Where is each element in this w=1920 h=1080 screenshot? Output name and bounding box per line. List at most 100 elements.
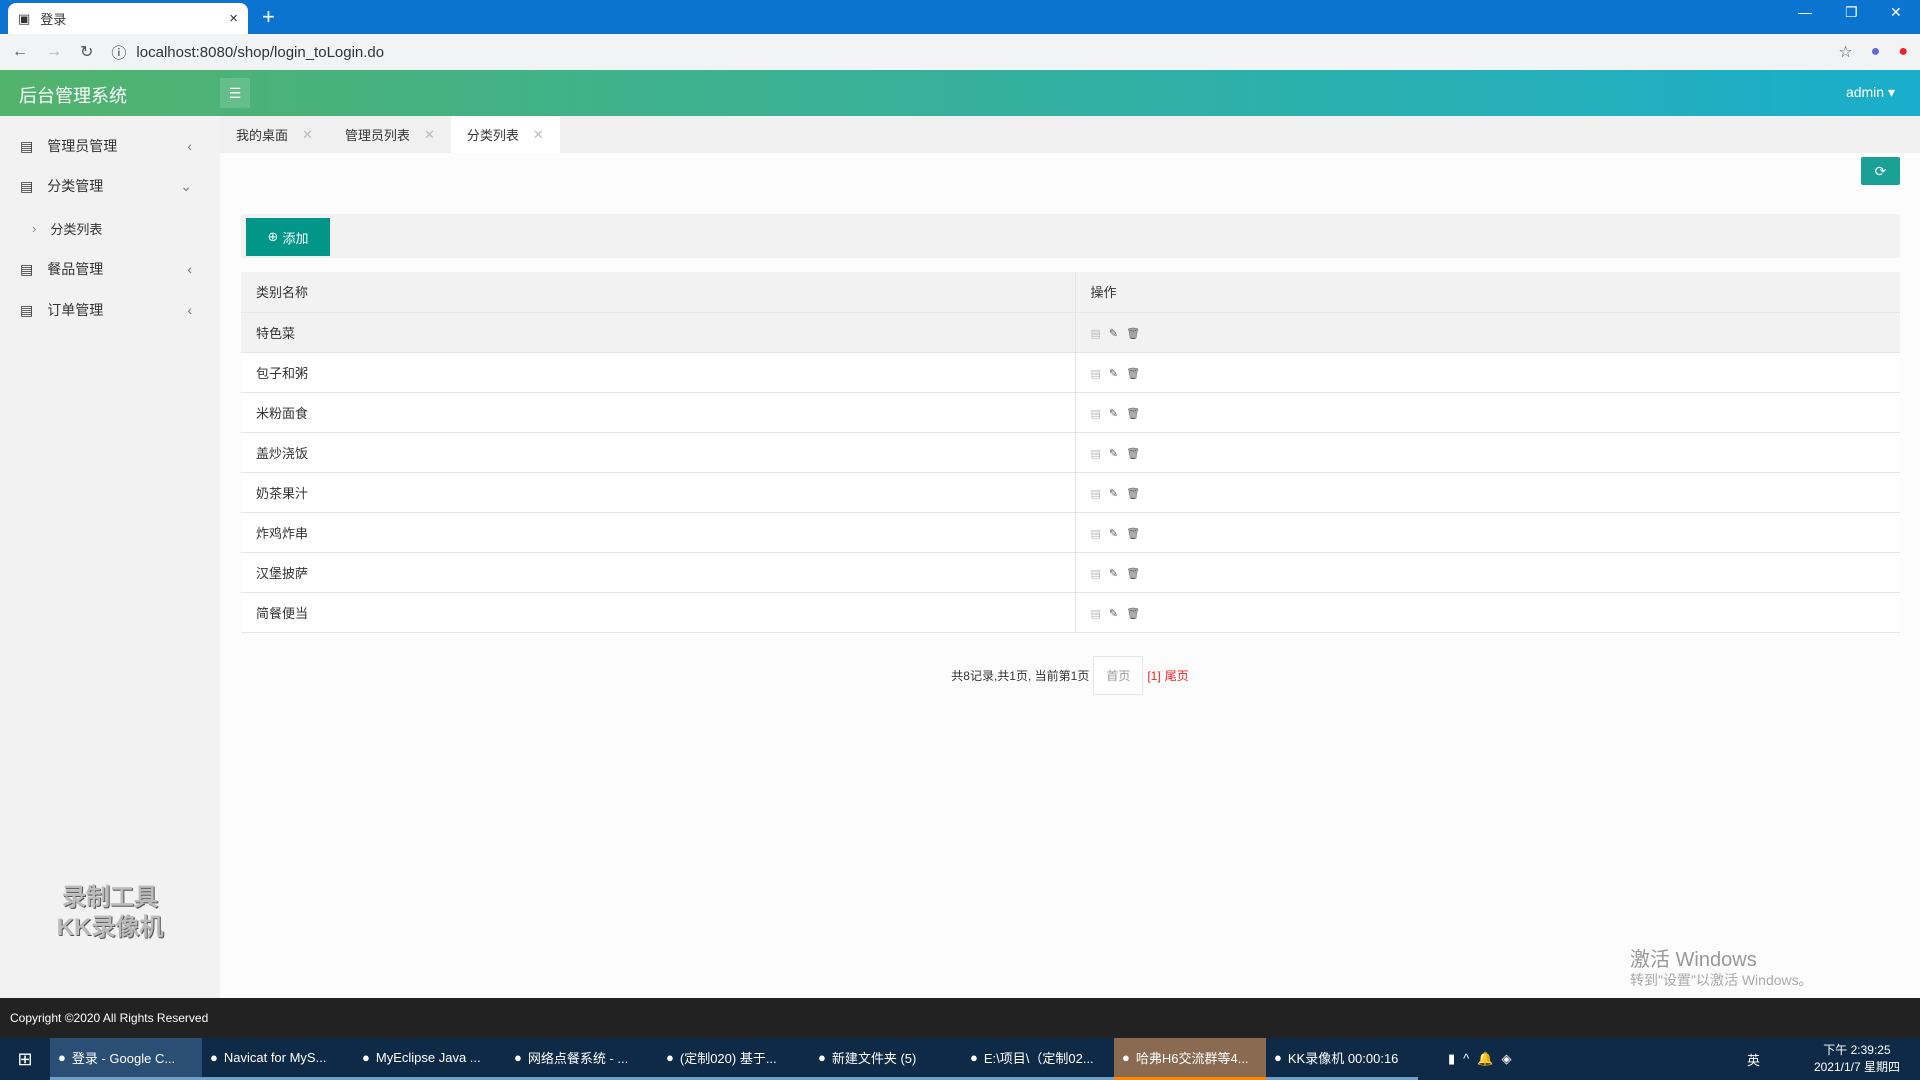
bookmark-star-icon[interactable]: ☆ [1838, 42, 1852, 62]
view-icon[interactable]: ▤ [1091, 448, 1101, 460]
view-icon[interactable]: ▤ [1091, 608, 1101, 620]
clock[interactable]: 下午 2:39:25 2021/1/7 星期四 [1814, 1042, 1900, 1076]
taskbar-item[interactable]: ● MyEclipse Java ... [354, 1038, 506, 1080]
restore-button[interactable]: ❐ [1845, 4, 1858, 21]
taskbar-item[interactable]: ● KK录像机 00:00:16 [1266, 1038, 1418, 1080]
edit-icon[interactable]: ✎ [1109, 448, 1118, 460]
forward-icon[interactable]: → [46, 43, 62, 61]
ime-indicator[interactable]: 英 [1747, 1050, 1760, 1069]
sidebar-label: 订单管理 [47, 302, 104, 318]
refresh-button[interactable]: ⟳ [1861, 157, 1900, 185]
sidebar-item-dishes[interactable]: ▤ 餐品管理 ‹ [0, 251, 220, 287]
delete-icon[interactable]: 🗑 [1126, 408, 1140, 420]
app-icon: ● [970, 1050, 978, 1065]
new-tab-button[interactable]: + [262, 4, 275, 30]
app-icon: ● [666, 1050, 674, 1065]
edit-icon[interactable]: ✎ [1109, 368, 1118, 380]
tray-icons[interactable]: ▮^🔔◈ [1448, 1051, 1519, 1067]
chevron-left-icon: ‹ [187, 138, 192, 154]
edit-icon[interactable]: ✎ [1109, 328, 1118, 340]
close-icon[interactable]: ✕ [302, 127, 313, 143]
browser-tab[interactable]: ▣ 登录 × [8, 3, 248, 34]
user-menu[interactable]: admin ▾ [1846, 84, 1895, 101]
add-label: 添加 [282, 230, 309, 246]
taskbar-item[interactable]: ● 网络点餐系统 - ... [506, 1038, 658, 1080]
actions-cell: ▤ ✎ 🗑 [1075, 392, 1900, 433]
view-icon[interactable]: ▤ [1091, 408, 1101, 420]
tab-label: 我的桌面 [236, 128, 289, 143]
extension-icon[interactable]: ● [1871, 43, 1881, 61]
taskbar: ⊞ ● 登录 - Google C... ● Navicat for MyS... ● M… [0, 1038, 1920, 1080]
close-tab-icon[interactable]: × [229, 10, 238, 27]
tab-label: 管理员列表 [344, 128, 410, 143]
taskbar-item[interactable]: ● 哈弗H6交流群等4... [1114, 1038, 1266, 1080]
view-icon[interactable]: ▤ [1091, 488, 1101, 500]
table-row: 特色菜 ▤ ✎ 🗑 [241, 312, 1900, 353]
back-icon[interactable]: ← [12, 43, 28, 61]
delete-icon[interactable]: 🗑 [1126, 608, 1140, 620]
actions-cell: ▤ ✎ 🗑 [1075, 552, 1900, 593]
view-icon[interactable]: ▤ [1091, 368, 1101, 380]
actions-cell: ▤ ✎ 🗑 [1075, 472, 1900, 513]
category-name: 包子和粥 [241, 352, 1076, 393]
edit-icon[interactable]: ✎ [1109, 528, 1118, 540]
delete-icon[interactable]: 🗑 [1126, 528, 1140, 540]
taskbar-item[interactable]: ● 登录 - Google C... [50, 1038, 202, 1080]
taskbar-label: KK录像机 00:00:16 [1287, 1051, 1399, 1066]
chevron-left-icon: ‹ [187, 302, 192, 318]
windows-start-icon[interactable]: ⊞ [0, 1049, 50, 1070]
view-icon[interactable]: ▤ [1091, 568, 1101, 580]
add-button[interactable]: ⊕ 添加 [246, 218, 330, 256]
taskbar-item[interactable]: ● Navicat for MyS... [202, 1038, 354, 1080]
sidebar-item-orders[interactable]: ▤ 订单管理 ‹ [0, 292, 220, 328]
edit-icon[interactable]: ✎ [1109, 608, 1118, 620]
menu-toggle-icon[interactable]: ☰ [220, 78, 250, 108]
url-input[interactable]: ⓘ localhost:8080/shop/login_toLogin.do [111, 38, 1821, 66]
edit-icon[interactable]: ✎ [1109, 568, 1118, 580]
category-name: 奶茶果汁 [241, 472, 1076, 513]
delete-icon[interactable]: 🗑 [1126, 448, 1140, 460]
taskbar-item[interactable]: ● E:\项目\（定制02... [962, 1038, 1114, 1080]
app-icon: ● [1122, 1050, 1130, 1065]
app-icon: ● [210, 1050, 218, 1065]
sidebar-label: 分类管理 [47, 178, 104, 194]
delete-icon[interactable]: 🗑 [1126, 368, 1140, 380]
minimize-button[interactable]: — [1798, 4, 1812, 20]
sidebar-item-admin[interactable]: ▤ 管理员管理 ‹ [0, 128, 220, 164]
time: 下午 2:39:25 [1823, 1043, 1891, 1057]
reload-icon[interactable]: ↻ [80, 42, 93, 62]
actions-cell: ▤ ✎ 🗑 [1075, 352, 1900, 393]
first-page-button[interactable]: 首页 [1093, 656, 1144, 695]
column-header: 操作 [1075, 272, 1900, 313]
kk-line2: KK录像机 [56, 914, 164, 941]
close-icon[interactable]: ✕ [533, 127, 544, 143]
delete-icon[interactable]: 🗑 [1126, 488, 1140, 500]
chevron-left-icon: ‹ [187, 261, 192, 277]
tab-category-list[interactable]: 分类列表 ✕ [450, 116, 560, 153]
column-header: 类别名称 [241, 272, 1076, 313]
delete-icon[interactable]: 🗑 [1126, 328, 1140, 340]
tab-admin-list[interactable]: 管理员列表 ✕ [329, 116, 451, 153]
close-window-button[interactable]: ✕ [1890, 4, 1902, 21]
taskbar-item[interactable]: ● 新建文件夹 (5) [810, 1038, 962, 1080]
toolbar: ⊕ 添加 [241, 214, 1900, 258]
edit-icon[interactable]: ✎ [1109, 488, 1118, 500]
app-icon: ● [58, 1050, 66, 1065]
chevron-right-icon: › [32, 220, 37, 236]
edit-icon[interactable]: ✎ [1109, 408, 1118, 420]
taskbar-label: 哈弗H6交流群等4... [1135, 1051, 1249, 1066]
sidebar-item-category-list[interactable]: › 分类列表 [0, 210, 220, 246]
sidebar-item-category[interactable]: ▤ 分类管理 ⌄ [0, 168, 220, 204]
url-text: localhost:8080/shop/login_toLogin.do [136, 43, 385, 61]
view-icon[interactable]: ▤ [1091, 528, 1101, 540]
view-icon[interactable]: ▤ [1091, 328, 1101, 340]
extension-icon-red[interactable]: ● [1898, 43, 1908, 61]
taskbar-label: 登录 - Google C... [71, 1051, 176, 1066]
delete-icon[interactable]: 🗑 [1126, 568, 1140, 580]
current-page-link[interactable]: [1] [1147, 669, 1160, 683]
tab-desktop[interactable]: 我的桌面 ✕ [220, 116, 329, 153]
last-page-link[interactable]: 尾页 [1165, 667, 1189, 684]
table-row: 包子和粥 ▤ ✎ 🗑 [241, 352, 1900, 393]
taskbar-item[interactable]: ● (定制020) 基于... [658, 1038, 810, 1080]
close-icon[interactable]: ✕ [424, 127, 435, 143]
